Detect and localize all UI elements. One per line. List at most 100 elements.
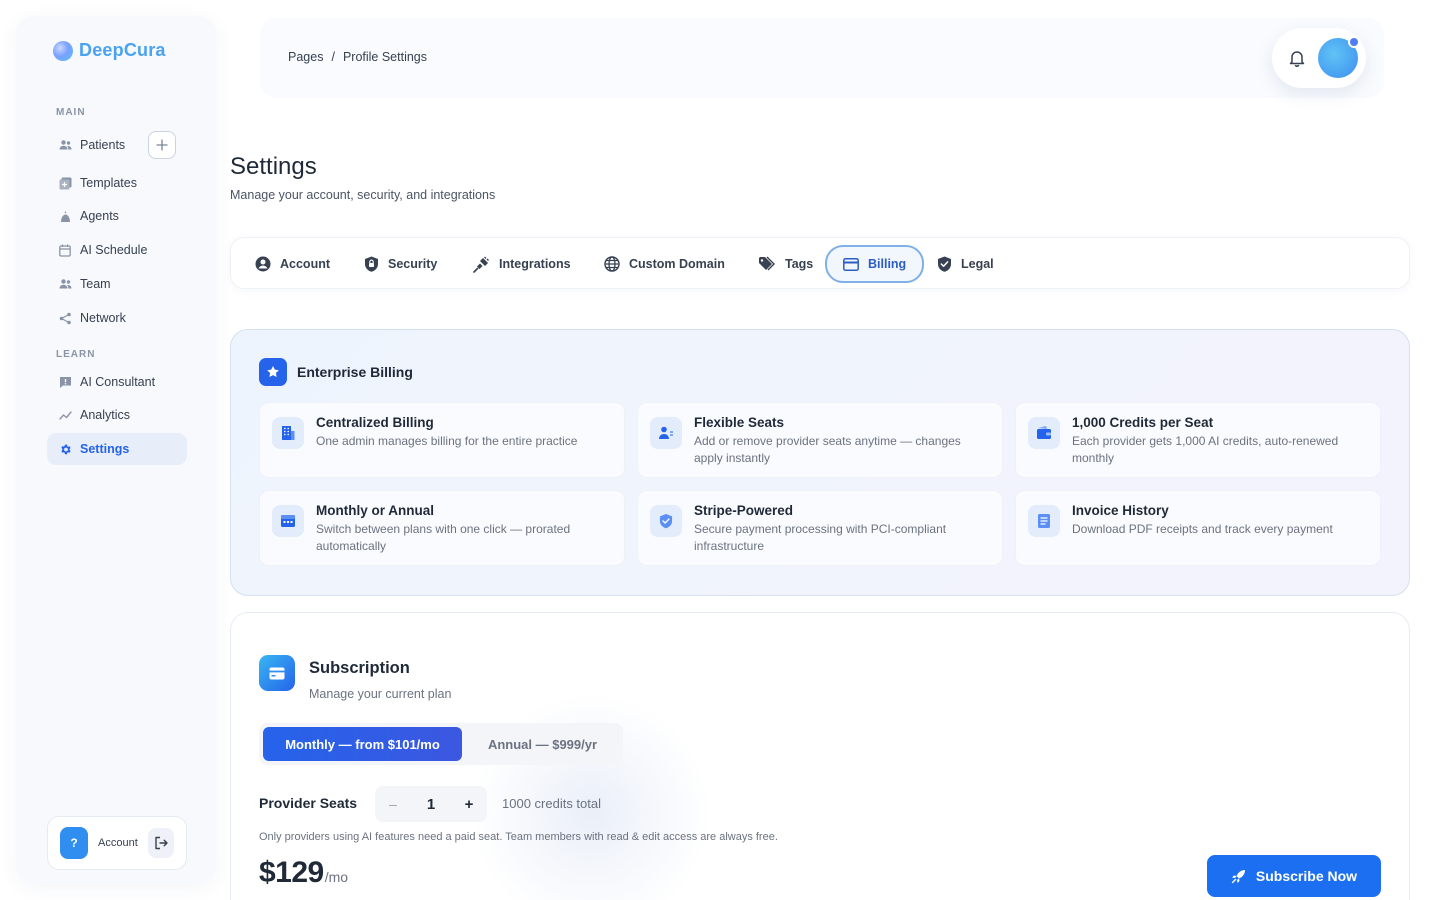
tab-billing[interactable]: Billing — [825, 245, 925, 283]
subscribe-button[interactable]: Subscribe Now — [1207, 855, 1381, 897]
subscription-subtitle: Manage your current plan — [309, 687, 452, 701]
sidebar-item-analytics[interactable]: Analytics — [47, 399, 187, 431]
sidebar-item-templates[interactable]: Templates — [47, 167, 187, 199]
nav-section-main: MAIN — [56, 107, 86, 118]
sidebar-item-label: AI Schedule — [80, 243, 148, 257]
team-icon — [58, 277, 72, 291]
plus-icon — [156, 139, 168, 151]
settings-tabs: Account Security Integrations Custom Dom… — [230, 237, 1410, 289]
seats-stepper: – 1 + — [375, 786, 487, 822]
app-logo[interactable]: DeepCura — [53, 40, 166, 61]
avatar[interactable] — [1318, 36, 1360, 78]
sidebar-item-label: Templates — [80, 176, 137, 190]
sidebar-item-ai-consultant[interactable]: AI Consultant — [47, 366, 187, 398]
tab-tags[interactable]: Tags — [740, 245, 831, 283]
enterprise-title: Enterprise Billing — [297, 364, 413, 380]
feature-card: Stripe-Powered Secure payment processing… — [637, 490, 1003, 566]
calendar-month-icon — [272, 505, 304, 537]
account-card: ? Account — [47, 816, 187, 870]
tab-custom-domain[interactable]: Custom Domain — [586, 245, 743, 283]
feature-desc: Secure payment processing with PCI-compl… — [694, 522, 947, 553]
feature-card: Centralized Billing One admin manages bi… — [259, 402, 625, 478]
calendar-icon — [58, 243, 72, 257]
plug-icon — [473, 256, 489, 273]
rocket-icon — [1231, 869, 1245, 883]
subscribe-label: Subscribe Now — [1255, 868, 1358, 884]
sidebar-item-label: Network — [80, 311, 126, 325]
top-bar: Pages / Profile Settings — [260, 18, 1384, 98]
feature-title: 1,000 Credits per Seat — [1072, 415, 1214, 430]
gear-icon — [58, 442, 72, 456]
seats-note: Only providers using AI features need a … — [259, 831, 778, 843]
page-subtitle: Manage your account, security, and integ… — [230, 188, 496, 202]
user-switch-icon — [650, 417, 682, 449]
feature-title: Invoice History — [1072, 503, 1169, 518]
feature-title: Monthly or Annual — [316, 503, 434, 518]
feature-title: Centralized Billing — [316, 415, 434, 430]
tab-account[interactable]: Account — [237, 245, 348, 283]
logout-button[interactable] — [147, 828, 174, 858]
feature-card: Monthly or Annual Switch between plans w… — [259, 490, 625, 566]
sidebar-item-label: AI Consultant — [80, 375, 156, 389]
decrement-button[interactable]: – — [385, 796, 401, 812]
share-icon — [58, 311, 72, 325]
sidebar-item-network[interactable]: Network — [47, 302, 187, 334]
seats-value[interactable]: 1 — [427, 796, 435, 813]
app-name: DeepCura — [79, 40, 166, 60]
shield-lock-icon — [365, 256, 378, 272]
chat-alert-icon — [58, 375, 72, 389]
agent-icon — [58, 209, 72, 223]
header-actions — [1272, 28, 1366, 88]
building-icon — [272, 417, 304, 449]
billing-period-toggle: Monthly — from $101/mo Annual — $999/yr — [259, 723, 623, 765]
feature-desc: Download PDF receipts and track every pa… — [1072, 522, 1333, 536]
account-label: Account — [98, 837, 138, 849]
templates-icon — [58, 176, 72, 190]
tab-label: Tags — [785, 257, 814, 271]
tags-icon — [759, 256, 775, 271]
sidebar-item-team[interactable]: Team — [47, 268, 187, 300]
feature-title: Stripe-Powered — [694, 503, 794, 518]
annual-plan-option[interactable]: Annual — $999/yr — [466, 727, 619, 761]
price-amount: $129 — [259, 856, 324, 889]
sidebar-item-agents[interactable]: Agents — [47, 200, 187, 232]
globe-icon — [604, 256, 620, 272]
tab-security[interactable]: Security — [346, 245, 455, 283]
document-icon — [1028, 505, 1060, 537]
wallet-icon — [1028, 417, 1060, 449]
feature-title: Flexible Seats — [694, 415, 785, 430]
status-dot — [1348, 36, 1360, 48]
tab-label: Billing — [868, 257, 907, 271]
sidebar-item-label: Patients — [80, 138, 126, 152]
account-circle-icon — [255, 256, 271, 272]
notification-bell-icon[interactable] — [1288, 49, 1306, 67]
feature-desc: Switch between plans with one click — pr… — [316, 522, 571, 553]
sidebar-item-ai-schedule[interactable]: AI Schedule — [47, 234, 187, 266]
provider-seats-label: Provider Seats — [259, 795, 358, 811]
sidebar-item-settings[interactable]: Settings — [47, 433, 187, 465]
price-display: $129 /mo — [259, 856, 348, 890]
logo-orb-icon — [53, 40, 73, 61]
increment-button[interactable]: + — [461, 796, 477, 813]
page-title: Settings — [230, 153, 317, 180]
logout-icon — [155, 836, 168, 850]
feature-desc: Add or remove provider seats anytime — c… — [694, 434, 961, 465]
sidebar-item-label: Agents — [80, 209, 119, 223]
credits-total: 1000 credits total — [502, 796, 602, 811]
users-icon — [58, 138, 72, 152]
tab-integrations[interactable]: Integrations — [455, 245, 589, 283]
monthly-plan-option[interactable]: Monthly — from $101/mo — [263, 727, 462, 761]
breadcrumb-current: Profile Settings — [342, 50, 428, 64]
tab-legal[interactable]: Legal — [919, 245, 1012, 283]
breadcrumb-root[interactable]: Pages — [288, 50, 323, 64]
subscription-title: Subscription — [309, 659, 410, 677]
sidebar: DeepCura MAIN Patients Templates Agents … — [16, 16, 216, 884]
shield-check-icon — [650, 505, 682, 537]
feature-card: Flexible Seats Add or remove provider se… — [637, 402, 1003, 478]
tab-label: Account — [280, 257, 330, 271]
add-patient-button[interactable] — [148, 131, 176, 159]
sidebar-item-label: Settings — [80, 442, 130, 456]
star-icon — [259, 358, 287, 386]
help-button[interactable]: ? — [60, 827, 88, 859]
shield-check-icon — [938, 256, 951, 272]
